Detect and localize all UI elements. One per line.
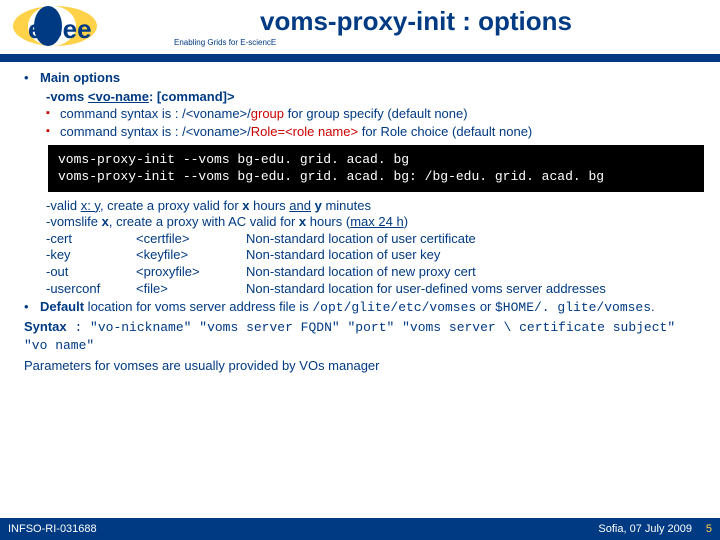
life-c: , create a proxy with AC valid for: [109, 214, 299, 229]
voms-opt-prefix: -voms: [46, 89, 88, 104]
userconf-param: <file>: [136, 281, 246, 298]
out-param: <proxyfile>: [136, 264, 246, 281]
def-e: $HOME/. glite/vomses: [495, 300, 651, 315]
syntax-group-a: command syntax is : /<voname>/: [60, 106, 251, 121]
life-e: hours (: [306, 214, 350, 229]
valid-a: -valid: [46, 198, 81, 213]
voms-opt-suffix: : [command]>: [149, 89, 235, 104]
key-opt: -key: [46, 247, 136, 264]
def-a: Default: [40, 299, 84, 314]
userconf-desc: Non-standard location for user-defined v…: [246, 281, 704, 298]
valid-b: x: y: [81, 198, 100, 213]
def-d: or: [476, 299, 495, 314]
syntax-role-c: for Role choice (default none): [358, 124, 532, 139]
params-line: Parameters for vomses are usually provid…: [24, 358, 704, 375]
footer-right: Sofia, 07 July 2009: [598, 522, 692, 536]
cert-opt: -cert: [46, 231, 136, 248]
def-c: /opt/glite/etc/vomses: [312, 300, 476, 315]
valid-line: -valid x: y, create a proxy valid for x …: [46, 198, 704, 215]
vomslife-line: -vomslife x, create a proxy with AC vali…: [46, 214, 704, 231]
square-bullet: ▪: [46, 124, 60, 141]
bullet-dot: •: [24, 299, 40, 317]
def-f: .: [651, 299, 655, 314]
cert-param: <certfile>: [136, 231, 246, 248]
default-location-line: Default location for voms server address…: [40, 299, 704, 317]
header-stripe: [0, 52, 720, 62]
bullet-dot: •: [24, 70, 40, 87]
main-options-heading: Main options: [40, 70, 704, 87]
syntax-role-b: Role=<role name>: [251, 124, 358, 139]
content: • Main options -voms <vo-name: [command]…: [0, 62, 720, 375]
options-table: -cert <certfile> Non-standard location o…: [46, 231, 704, 298]
life-g: ): [404, 214, 408, 229]
valid-e: hours: [250, 198, 290, 213]
valid-d: x: [242, 198, 249, 213]
footer-left: INFSO-RI-031688: [8, 522, 97, 536]
syntax-label: Syntax: [24, 319, 67, 334]
syntax-group-line: command syntax is : /<voname>/group for …: [60, 106, 468, 123]
key-desc: Non-standard location of user key: [246, 247, 704, 264]
page-title: voms-proxy-init : options: [260, 6, 572, 37]
life-a: -vomslife: [46, 214, 102, 229]
syntax-value: : "vo-nickname" "voms server FQDN" "port…: [24, 320, 675, 353]
svg-text:eGee: eGee: [28, 14, 92, 44]
square-bullet: ▪: [46, 106, 60, 123]
valid-h: minutes: [322, 198, 371, 213]
valid-g: y: [311, 198, 322, 213]
footer-pagenum: 5: [706, 522, 712, 536]
code-line-1: voms-proxy-init --voms bg-edu. grid. aca…: [58, 151, 694, 169]
syntax-group-c: for group specify (default none): [284, 106, 468, 121]
out-desc: Non-standard location of new proxy cert: [246, 264, 704, 281]
footer: INFSO-RI-031688 Sofia, 07 July 2009 5: [0, 518, 720, 540]
userconf-opt: -userconf: [46, 281, 136, 298]
def-b: location for voms server address file is: [84, 299, 312, 314]
code-block: voms-proxy-init --voms bg-edu. grid. aca…: [48, 145, 704, 192]
out-opt: -out: [46, 264, 136, 281]
syntax-role-a: command syntax is : /<voname>/: [60, 124, 251, 139]
code-line-2: voms-proxy-init --voms bg-edu. grid. aca…: [58, 168, 694, 186]
voms-opt-voname: <vo-name: [88, 89, 149, 104]
valid-c: , create a proxy valid for: [100, 198, 242, 213]
syntax-line: Syntax : "vo-nickname" "voms server FQDN…: [24, 319, 704, 354]
valid-f: and: [289, 198, 311, 213]
life-f: max 24 h: [350, 214, 403, 229]
cert-desc: Non-standard location of user certificat…: [246, 231, 704, 248]
syntax-group-b: group: [251, 106, 284, 121]
voms-option-line: -voms <vo-name: [command]>: [46, 89, 704, 106]
tagline: Enabling Grids for E-sciencE: [174, 38, 276, 47]
life-b: x: [102, 214, 109, 229]
egee-logo: eGee: [10, 4, 150, 48]
syntax-role-line: command syntax is : /<voname>/Role=<role…: [60, 124, 532, 141]
key-param: <keyfile>: [136, 247, 246, 264]
header: eGee voms-proxy-init : options Enabling …: [0, 0, 720, 52]
